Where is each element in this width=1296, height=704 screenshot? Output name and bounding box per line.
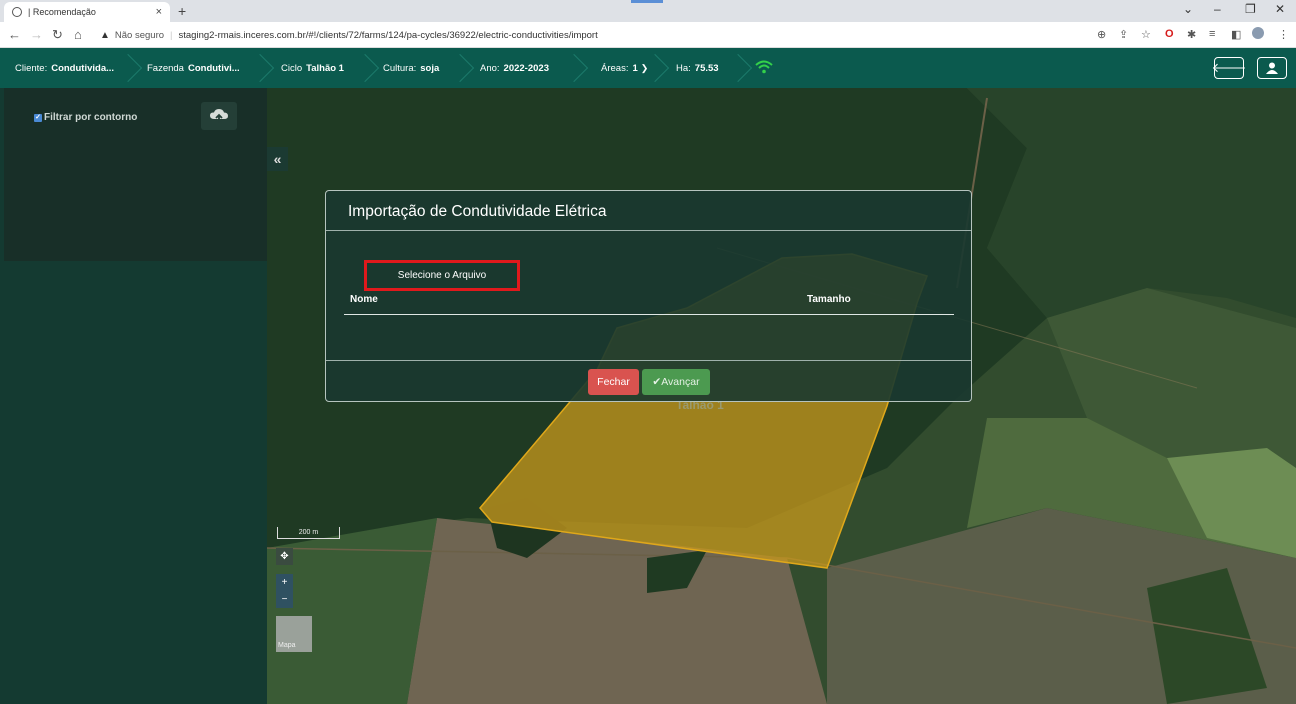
- column-header-tamanho: Tamanho: [807, 294, 851, 305]
- url-text: staging2-rmais.inceres.com.br/#!/clients…: [178, 29, 598, 41]
- cultura-value: soja: [420, 62, 440, 74]
- breadcrumb-ciclo[interactable]: Ciclo Talhão 1: [281, 48, 344, 88]
- check-icon: ✔: [652, 376, 662, 388]
- ano-value: 2022-2023: [503, 62, 549, 74]
- restore-icon[interactable]: ❐: [1245, 2, 1256, 16]
- media-control-icon[interactable]: ≡: [1209, 28, 1215, 40]
- tab-title: | Recomendação: [28, 7, 96, 17]
- breadcrumb-cliente[interactable]: Cliente: Condutivida...: [15, 48, 114, 88]
- scale-bar: 200 m: [277, 527, 340, 539]
- import-modal: Importação de Condutividade Elétrica Sel…: [325, 190, 972, 402]
- url-separator: |: [170, 29, 173, 41]
- select-file-button[interactable]: Selecione o Arquivo: [364, 260, 520, 291]
- ciclo-value: Talhão 1: [306, 62, 344, 74]
- areas-label: Áreas:: [601, 62, 629, 74]
- app-header: Cliente: Condutivida... Fazenda Condutiv…: [0, 48, 1296, 88]
- breadcrumb-ha: Ha: 75.53: [676, 48, 719, 88]
- reload-icon[interactable]: ↻: [52, 27, 63, 43]
- wifi-icon: [755, 60, 773, 74]
- tab-close-icon[interactable]: ×: [156, 6, 162, 18]
- tab-strip-accent: [631, 0, 663, 3]
- filter-panel: ✓ Filtrar por contorno: [4, 88, 267, 261]
- checkbox-checked-icon: ✓: [34, 113, 42, 122]
- breadcrumb-chevron: [350, 53, 380, 83]
- ha-label: Ha:: [676, 62, 691, 74]
- collapse-sidebar-button[interactable]: «: [267, 147, 288, 171]
- next-button-label: Avançar: [661, 376, 700, 388]
- breadcrumb-chevron: [245, 53, 275, 83]
- breadcrumb-chevron: [445, 53, 475, 83]
- modal-title: Importação de Condutividade Elétrica: [326, 191, 971, 231]
- ciclo-label: Ciclo: [281, 62, 303, 74]
- cloud-upload-icon: [210, 109, 228, 123]
- breadcrumb-chevron: [559, 53, 589, 83]
- areas-value: 1: [632, 62, 638, 74]
- table-header-divider: [344, 314, 954, 315]
- share-icon[interactable]: ⇪: [1119, 28, 1128, 41]
- address-bar-row: ← → ↻ ⌂ ▲ Não seguro | staging2-rmais.in…: [0, 22, 1296, 48]
- cliente-label: Cliente:: [15, 62, 48, 74]
- home-icon[interactable]: ⌂: [74, 27, 82, 42]
- close-button[interactable]: Fechar: [588, 369, 639, 395]
- minimize-icon[interactable]: –: [1214, 2, 1221, 16]
- extensions-puzzle-icon[interactable]: ✱: [1187, 28, 1196, 41]
- breadcrumb-chevron: [113, 53, 143, 83]
- zoom-out-button[interactable]: −: [276, 591, 293, 608]
- user-icon: [1266, 62, 1278, 74]
- modal-footer-divider: [326, 360, 971, 361]
- fazenda-value: Condutivi...: [187, 62, 240, 74]
- browser-tab-bar: | Recomendação × + ⌄ – ❐ ✕: [0, 0, 1296, 22]
- side-panel-icon[interactable]: ◧: [1231, 28, 1241, 41]
- next-button[interactable]: ✔ Avançar: [642, 369, 710, 395]
- fazenda-label: Fazenda: [147, 62, 184, 74]
- browser-menu-icon[interactable]: ⋮: [1278, 28, 1289, 41]
- sidebar: ✓ Filtrar por contorno: [0, 88, 267, 704]
- map-layer-thumbnail[interactable]: Mapa: [276, 616, 312, 652]
- breadcrumb-chevron: [723, 53, 753, 83]
- window-close-icon[interactable]: ✕: [1275, 2, 1285, 16]
- user-button[interactable]: [1257, 57, 1287, 79]
- zoom-icon[interactable]: ⊕: [1097, 28, 1106, 41]
- breadcrumb-cultura[interactable]: Cultura: soja: [383, 48, 439, 88]
- column-header-nome: Nome: [350, 294, 378, 305]
- globe-icon: [12, 7, 22, 17]
- ha-value: 75.53: [694, 62, 719, 74]
- zoom-in-button[interactable]: +: [276, 574, 293, 591]
- browser-tab[interactable]: | Recomendação ×: [4, 2, 170, 22]
- close-button-label: Fechar: [597, 376, 630, 388]
- ano-label: Ano:: [480, 62, 500, 74]
- layer-thumb-label: Mapa: [278, 642, 296, 649]
- cliente-value: Condutivida...: [51, 62, 115, 74]
- filter-label: Filtrar por contorno: [44, 112, 138, 123]
- upload-cloud-button[interactable]: [201, 102, 237, 130]
- profile-avatar[interactable]: [1252, 27, 1264, 39]
- back-icon[interactable]: ←: [8, 27, 21, 42]
- new-tab-button[interactable]: +: [178, 3, 186, 19]
- opera-extension-icon[interactable]: O: [1165, 28, 1174, 40]
- tab-search-icon[interactable]: ⌄: [1183, 2, 1193, 16]
- breadcrumb-fazenda[interactable]: Fazenda Condutivi...: [147, 48, 240, 88]
- arrow-left-icon: 🡐: [1211, 60, 1247, 75]
- forward-icon[interactable]: →: [30, 27, 43, 42]
- cultura-label: Cultura:: [383, 62, 417, 74]
- back-arrow-button[interactable]: 🡐: [1211, 57, 1247, 79]
- security-label: Não seguro: [114, 29, 165, 41]
- breadcrumb-ano[interactable]: Ano: 2022-2023: [480, 48, 549, 88]
- bookmark-star-icon[interactable]: ☆: [1141, 28, 1151, 41]
- warning-icon: ▲: [100, 29, 110, 41]
- select-file-label: Selecione o Arquivo: [397, 270, 487, 281]
- filter-contour-checkbox[interactable]: ✓ Filtrar por contorno: [34, 112, 137, 123]
- pan-control-icon[interactable]: ✥: [276, 548, 293, 565]
- url-field[interactable]: ▲ Não seguro | staging2-rmais.inceres.co…: [94, 25, 1094, 45]
